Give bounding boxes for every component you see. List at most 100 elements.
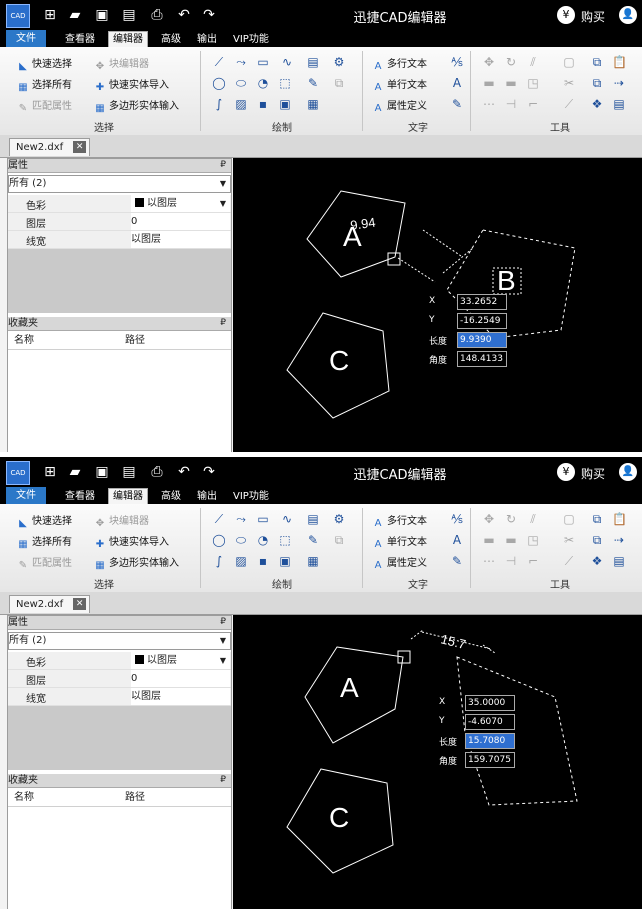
menu-viewer[interactable]: 查看器 xyxy=(61,32,99,47)
spline-icon[interactable]: ∿ xyxy=(280,512,294,526)
save-icon[interactable]: ▣ xyxy=(92,462,112,482)
dynamic-input-x[interactable]: 33.2652 xyxy=(457,294,507,310)
close-icon[interactable]: ✕ xyxy=(73,141,87,153)
break-icon[interactable]: ⋯ xyxy=(482,97,496,111)
offset-icon[interactable]: ▢ xyxy=(562,55,576,69)
text-style-icon[interactable]: ⅍ xyxy=(450,512,464,526)
group-icon[interactable]: ❖ xyxy=(590,97,604,111)
rotate-icon[interactable]: ↻ xyxy=(504,512,518,526)
save-as-icon[interactable]: ▤ xyxy=(119,5,139,25)
spline-icon[interactable]: ∿ xyxy=(280,55,294,69)
break-icon[interactable]: ⋯ xyxy=(482,554,496,568)
property-row[interactable]: 图层 0 xyxy=(8,670,231,688)
line-icon[interactable]: ⟋ xyxy=(212,512,226,526)
explode-icon[interactable]: ✂ xyxy=(562,533,576,547)
menu-output[interactable]: 输出 xyxy=(193,32,221,47)
user-icon[interactable]: 👤 xyxy=(619,463,637,481)
menu-vip[interactable]: VIP功能 xyxy=(229,489,273,504)
attribute-definition-button[interactable]: A 属性定义 xyxy=(372,554,427,572)
ellipse-icon[interactable]: ⬭ xyxy=(234,76,248,90)
hatch-icon[interactable]: ▤ xyxy=(306,512,320,526)
dynamic-input-x[interactable]: 35.0000 xyxy=(465,695,515,711)
print-icon[interactable]: ⎙ xyxy=(147,462,167,482)
copy-icon[interactable]: ⧉ xyxy=(590,55,604,69)
yen-icon[interactable]: ¥ xyxy=(557,463,575,481)
undo-icon[interactable]: ↶ xyxy=(174,5,194,25)
user-icon[interactable]: 👤 xyxy=(619,6,637,24)
polyline-icon[interactable]: ⤳ xyxy=(234,512,248,526)
open-folder-icon[interactable]: ▰ xyxy=(65,462,85,482)
move-icon[interactable]: ✥ xyxy=(482,55,496,69)
new-file-icon[interactable]: ⊞ xyxy=(40,462,60,482)
circle-icon[interactable]: ◯ xyxy=(212,76,226,90)
yen-icon[interactable]: ¥ xyxy=(557,6,575,24)
match-properties-button[interactable]: ✎ 匹配属性 xyxy=(17,97,72,115)
text-note-icon[interactable]: ✎ xyxy=(450,554,464,568)
rectangle-icon[interactable]: ▭ xyxy=(256,512,270,526)
circle-icon[interactable]: ◯ xyxy=(212,533,226,547)
property-row[interactable]: 色彩 以图层 ▼ xyxy=(8,195,231,213)
text-style-icon[interactable]: ⅍ xyxy=(450,55,464,69)
quick-select-button[interactable]: ◣ 快速选择 xyxy=(17,512,72,530)
document-tab[interactable]: New2.dxf ✕ xyxy=(9,595,91,613)
new-file-icon[interactable]: ⊞ xyxy=(40,5,60,25)
extend-icon[interactable]: ▬ xyxy=(504,76,518,90)
buy-button[interactable]: 购买 xyxy=(581,8,605,25)
selection-dropdown[interactable]: 所有 (2) ▼ xyxy=(8,175,231,193)
dynamic-input-length[interactable]: 15.7080 xyxy=(465,733,515,749)
image-icon[interactable]: ▣ xyxy=(278,554,292,568)
menu-output[interactable]: 输出 xyxy=(193,489,221,504)
clipboard-icon[interactable]: 📋 xyxy=(612,55,627,69)
property-value[interactable]: 以图层 xyxy=(131,231,230,248)
copy-icon[interactable]: ⧉ xyxy=(590,512,604,526)
column-name-header[interactable]: 名称 xyxy=(14,333,34,349)
select-all-button[interactable]: ▦ 选择所有 xyxy=(17,533,72,551)
dynamic-input-angle[interactable]: 159.7075 xyxy=(465,752,515,768)
hatch-icon[interactable]: ▤ xyxy=(306,55,320,69)
ellipse-icon[interactable]: ⬭ xyxy=(234,533,248,547)
fillet-icon[interactable]: ⌐ xyxy=(526,97,540,111)
menu-advanced[interactable]: 高级 xyxy=(157,32,185,47)
clipboard-icon[interactable]: 📋 xyxy=(612,512,627,526)
save-icon[interactable]: ▣ xyxy=(92,5,112,25)
color-dropdown[interactable]: 以图层 ▼ xyxy=(131,652,230,669)
menu-viewer[interactable]: 查看器 xyxy=(61,489,99,504)
column-path-header[interactable]: 路径 xyxy=(125,790,145,806)
paste-icon[interactable]: ⧉ xyxy=(590,533,604,547)
match-properties-button[interactable]: ✎ 匹配属性 xyxy=(17,554,72,572)
rectangle-icon[interactable]: ▭ xyxy=(256,55,270,69)
point-icon[interactable]: ▪ xyxy=(256,97,270,111)
layer-tool-icon[interactable]: ▤ xyxy=(612,554,626,568)
chamfer-icon[interactable]: ⟋ xyxy=(562,97,576,111)
redo-icon[interactable]: ↷ xyxy=(199,5,219,25)
image-icon[interactable]: ▣ xyxy=(278,97,292,111)
pen-icon[interactable]: ✎ xyxy=(306,533,320,547)
hatch-fill-icon[interactable]: ▨ xyxy=(234,554,248,568)
scale-icon[interactable]: ◳ xyxy=(526,76,540,90)
pin-icon[interactable]: ₽ xyxy=(220,159,226,172)
property-value[interactable]: 0 xyxy=(131,213,230,230)
block-insert-icon[interactable]: ⚙ xyxy=(332,512,346,526)
move-icon[interactable]: ✥ xyxy=(482,512,496,526)
point-icon[interactable]: ▪ xyxy=(256,554,270,568)
extend-icon[interactable]: ▬ xyxy=(504,533,518,547)
dynamic-input-angle[interactable]: 148.4133 xyxy=(457,351,507,367)
dynamic-input-y[interactable]: -16.2549 xyxy=(457,313,507,329)
freehand-icon[interactable]: ∫ xyxy=(212,554,226,568)
export-icon[interactable]: ⇢ xyxy=(612,533,626,547)
drawing-svg[interactable]: A B C 9.94 xyxy=(233,158,642,452)
property-value[interactable]: 0 xyxy=(131,670,230,687)
redo-icon[interactable]: ↷ xyxy=(199,462,219,482)
paste-icon[interactable]: ⧉ xyxy=(590,76,604,90)
dynamic-input-y[interactable]: -4.6070 xyxy=(465,714,515,730)
text-edit-icon[interactable]: A xyxy=(450,533,464,547)
chamfer-icon[interactable]: ⟋ xyxy=(562,554,576,568)
app-logo[interactable]: CAD xyxy=(6,461,30,485)
block-editor-button[interactable]: ✥ 块编辑器 xyxy=(94,512,149,530)
mirror-icon[interactable]: ⫽ xyxy=(526,55,540,69)
dynamic-input-length[interactable]: 9.9390 xyxy=(457,332,507,348)
quick-entity-import-button[interactable]: ✚ 快速实体导入 xyxy=(94,533,169,551)
app-logo[interactable]: CAD xyxy=(6,4,30,28)
polygon-entity-input-button[interactable]: ▦ 多边形实体输入 xyxy=(94,97,179,115)
undo-icon[interactable]: ↶ xyxy=(174,462,194,482)
